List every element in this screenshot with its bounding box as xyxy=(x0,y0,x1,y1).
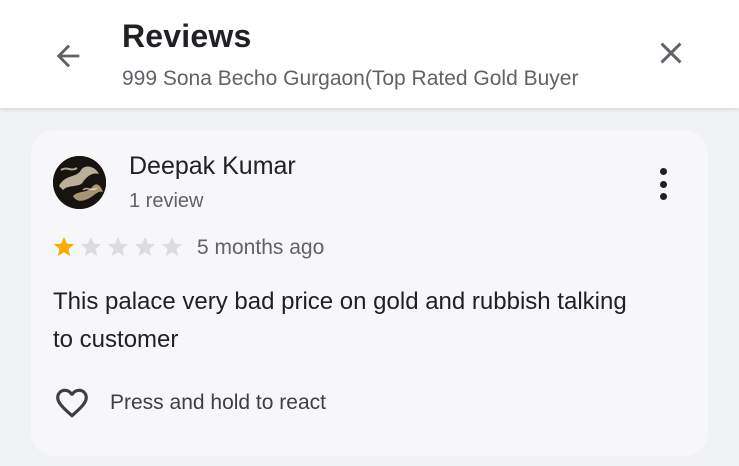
place-name-subtitle: 999 Sona Becho Gurgaon(Top Rated Gold Bu… xyxy=(122,67,579,90)
react-hint-label: Press and hold to react xyxy=(110,391,326,414)
review-age: 5 months ago xyxy=(197,236,325,259)
star-empty-icon xyxy=(108,237,128,256)
avatar[interactable] xyxy=(53,156,106,209)
star-empty-icon xyxy=(135,237,155,256)
arrow-left-icon xyxy=(56,44,80,68)
star-filled-icon xyxy=(54,237,74,256)
more-vert-icon-dot xyxy=(659,193,667,200)
star-empty-icon xyxy=(81,237,101,256)
close-button[interactable] xyxy=(650,32,692,74)
close-icon xyxy=(660,42,682,64)
more-vert-icon-dot xyxy=(659,180,667,188)
star-empty-icon xyxy=(162,237,182,256)
review-text: This palace very bad price on gold and r… xyxy=(53,288,627,353)
heart-outline-icon xyxy=(56,388,88,418)
more-options-button[interactable] xyxy=(649,164,677,204)
back-button[interactable] xyxy=(48,36,88,76)
reviewer-review-count: 1 review xyxy=(129,190,204,212)
star-rating xyxy=(52,235,184,259)
page-title: Reviews xyxy=(122,18,252,54)
reviewer-name[interactable]: Deepak Kumar xyxy=(129,152,296,181)
review-card: Deepak Kumar 1 review 5 months ago This … xyxy=(31,130,708,456)
avatar-image xyxy=(53,156,106,209)
react-button[interactable] xyxy=(52,384,92,422)
more-vert-icon xyxy=(659,168,667,175)
top-app-bar: Reviews 999 Sona Becho Gurgaon(Top Rated… xyxy=(0,0,739,108)
